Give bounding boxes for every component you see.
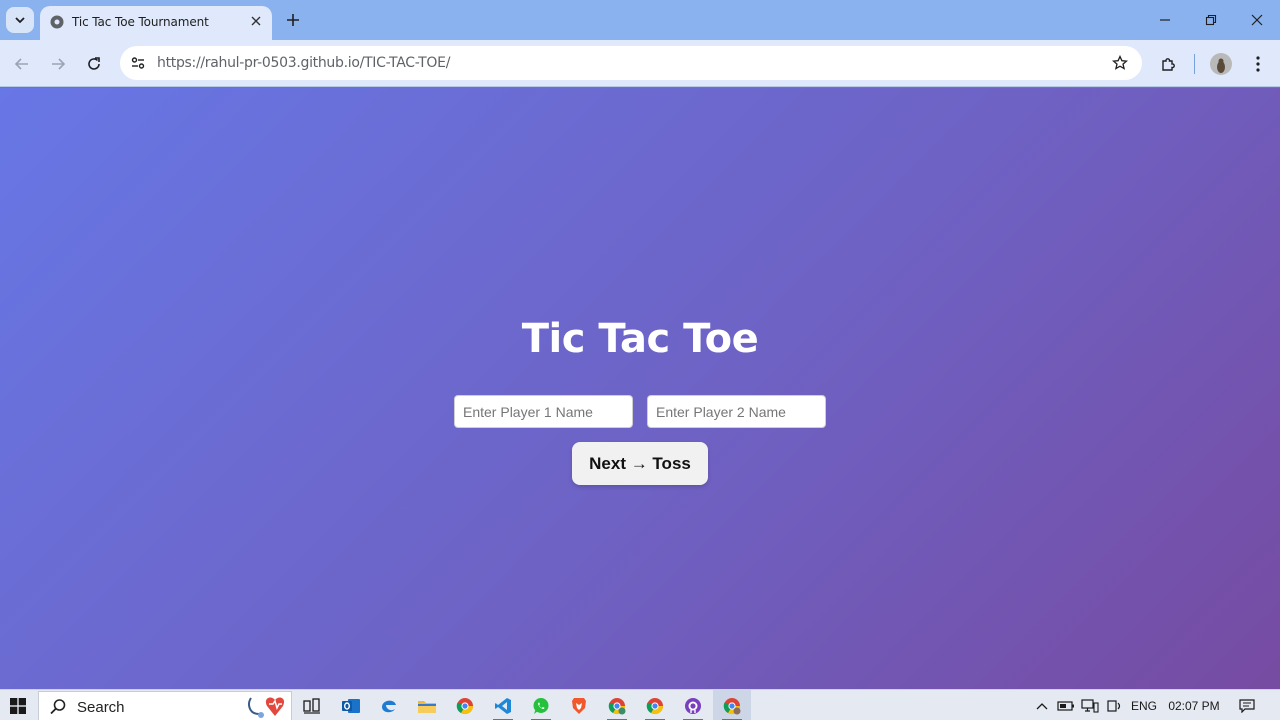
arrow-left-icon [14, 58, 28, 70]
plus-icon [287, 14, 299, 26]
search-icon [50, 699, 66, 715]
close-window-button[interactable] [1243, 8, 1271, 32]
tab-close-icon[interactable] [248, 13, 264, 29]
reload-button[interactable] [82, 52, 106, 76]
file-explorer-icon[interactable] [408, 690, 446, 720]
task-view-icon[interactable] [293, 690, 331, 720]
tab-search-button[interactable] [6, 7, 34, 33]
windows-taskbar: Search ENG 02:07 PM [0, 689, 1280, 720]
chrome-icon[interactable] [446, 690, 484, 720]
minimize-button[interactable] [1151, 8, 1179, 32]
taskbar-search-box[interactable]: Search [38, 691, 292, 720]
search-highlight-heart-icon [248, 697, 285, 718]
url-path: /TIC-TAC-TOE/ [359, 55, 451, 71]
site-info-icon[interactable] [126, 51, 150, 75]
volume-icon[interactable] [1104, 690, 1124, 720]
browser-tab-bar: Tic Tac Toe Tournament [0, 0, 1280, 40]
browser-menu-button[interactable] [1246, 52, 1270, 76]
battery-icon[interactable] [1056, 690, 1076, 720]
chrome-profile-3-icon[interactable] [636, 690, 674, 720]
chrome-profile-2-icon[interactable] [598, 690, 636, 720]
page-viewport: Tic Tac Toe Next → Toss [0, 88, 1280, 689]
minimize-icon [1160, 19, 1170, 21]
back-button[interactable] [10, 52, 34, 76]
restore-button[interactable] [1197, 8, 1225, 32]
start-button[interactable] [0, 690, 36, 720]
notifications-icon[interactable] [1234, 690, 1260, 720]
url-host: https://rahul-pr-0503.github.io [157, 55, 360, 71]
address-bar[interactable]: https://rahul-pr-0503.github.io/TIC-TAC-… [120, 46, 1142, 80]
restore-icon [1205, 14, 1217, 26]
profile-avatar[interactable] [1210, 53, 1232, 75]
chrome-active-icon[interactable] [713, 690, 751, 720]
toolbar-separator [1194, 54, 1195, 74]
language-indicator[interactable]: ENG [1128, 690, 1160, 720]
tab-title: Tic Tac Toe Tournament [72, 15, 209, 29]
outlook-icon[interactable] [332, 690, 370, 720]
extensions-button[interactable] [1156, 52, 1182, 76]
forward-button[interactable] [46, 52, 70, 76]
player1-name-input[interactable] [454, 395, 633, 428]
url-text: https://rahul-pr-0503.github.io/TIC-TAC-… [157, 55, 450, 71]
globe-icon [50, 15, 64, 29]
chevron-down-icon [15, 17, 25, 24]
more-vertical-icon [1256, 56, 1260, 72]
new-tab-button[interactable] [282, 9, 304, 31]
browser-toolbar: https://rahul-pr-0503.github.io/TIC-TAC-… [0, 40, 1280, 87]
arrow-right-icon [52, 58, 66, 70]
reload-icon [88, 57, 100, 70]
page-title: Tic Tac Toe [521, 316, 759, 362]
github-desktop-icon[interactable] [674, 690, 712, 720]
windows-logo-icon [10, 697, 26, 714]
clock[interactable]: 02:07 PM [1164, 690, 1224, 720]
whatsapp-icon[interactable] [522, 690, 560, 720]
brave-icon[interactable] [560, 690, 598, 720]
profile-icon [1210, 53, 1232, 75]
close-icon [1251, 14, 1263, 26]
show-hidden-icons-icon[interactable] [1032, 690, 1052, 720]
next-toss-button[interactable]: Next → Toss [572, 442, 708, 485]
player2-name-input[interactable] [647, 395, 826, 428]
bookmark-star-icon[interactable] [1110, 53, 1130, 73]
vscode-icon[interactable] [484, 690, 522, 720]
edge-icon[interactable] [370, 690, 408, 720]
network-icon[interactable] [1080, 690, 1100, 720]
browser-tab[interactable]: Tic Tac Toe Tournament [40, 6, 272, 40]
search-label: Search [77, 699, 125, 716]
puzzle-icon [1162, 58, 1175, 71]
